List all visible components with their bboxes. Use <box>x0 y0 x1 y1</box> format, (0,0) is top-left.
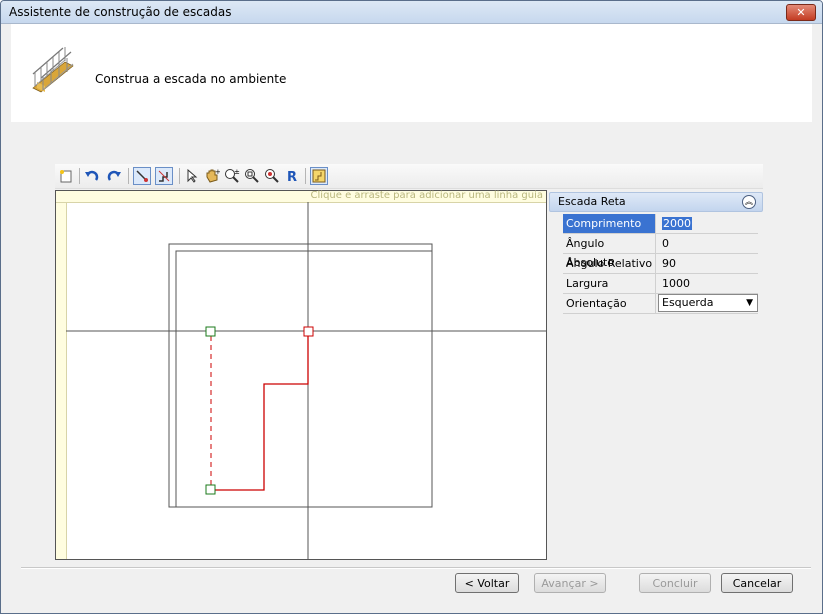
drawing-canvas[interactable]: Clique e arraste para adicionar uma linh… <box>55 190 547 560</box>
prop-row-comprimento[interactable]: Comprimento 2000 <box>563 214 758 234</box>
end-point-handle <box>303 326 314 337</box>
prop-row-largura[interactable]: Largura 1000 <box>563 274 758 294</box>
select-pointer-icon[interactable] <box>183 167 201 185</box>
top-point-handle <box>205 326 216 337</box>
close-button[interactable]: ✕ <box>786 4 816 21</box>
prop-row-angulo-relativo[interactable]: Ângulo Relativo 90 <box>563 254 758 274</box>
prop-value-comprimento[interactable]: 2000 <box>659 214 692 233</box>
redraw-icon[interactable]: R <box>283 167 301 185</box>
footer-divider <box>21 567 811 569</box>
prop-value-text[interactable]: 2000 <box>662 217 692 230</box>
prop-label: Ângulo Relativo <box>563 254 656 273</box>
prop-value-largura[interactable]: 1000 <box>659 274 690 293</box>
prop-label: Largura <box>563 274 656 293</box>
properties-group-header[interactable]: Escada Reta ︽ <box>549 192 763 212</box>
svg-text:±: ± <box>234 168 240 176</box>
wizard-window: Assistente de construção de escadas ✕ Co… <box>0 0 823 614</box>
zoom-window-icon[interactable] <box>243 167 261 185</box>
draw-stair-icon[interactable] <box>155 167 173 185</box>
redo-icon[interactable] <box>105 167 123 185</box>
prop-label: Comprimento <box>563 214 656 233</box>
start-point-handle <box>205 484 216 495</box>
collapse-icon[interactable]: ︽ <box>742 195 756 209</box>
draw-line-icon[interactable] <box>133 167 151 185</box>
cancel-button[interactable]: Cancelar <box>721 573 793 593</box>
room-outer-outline <box>168 243 433 508</box>
header-subtitle: Construa a escada no ambiente <box>95 72 287 86</box>
zoom-extents-icon[interactable] <box>263 167 281 185</box>
drawing-toolbar: + ± R <box>55 164 763 189</box>
svg-text:+: + <box>215 168 220 176</box>
group-title: Escada Reta <box>558 195 626 208</box>
window-title: Assistente de construção de escadas <box>9 5 232 19</box>
properties-panel: Escada Reta ︽ Comprimento 2000 Ângulo Ab… <box>549 192 763 314</box>
title-bar: Assistente de construção de escadas ✕ <box>1 1 822 24</box>
next-button[interactable]: Avançar > <box>534 573 606 593</box>
prop-value-angulo-relativo[interactable]: 90 <box>659 254 676 273</box>
new-icon[interactable] <box>57 167 75 185</box>
room-inner-outline <box>175 250 433 508</box>
stair-drawing <box>66 202 546 559</box>
prop-row-orientacao[interactable]: Orientação Esquerda ▼ <box>563 294 758 314</box>
prop-label: Ângulo Absoluto <box>563 234 656 269</box>
stair-path <box>211 332 309 491</box>
prop-value-angulo-absoluto[interactable]: 0 <box>659 234 669 253</box>
prop-row-angulo-absoluto[interactable]: Ângulo Absoluto 0 <box>563 234 758 269</box>
orientation-select[interactable]: Esquerda ▼ <box>658 294 758 312</box>
svg-text:R: R <box>287 170 297 183</box>
grid-stair-icon[interactable] <box>310 167 328 185</box>
chevron-down-icon[interactable]: ▼ <box>746 295 753 311</box>
prop-label: Orientação <box>563 294 656 313</box>
pan-hand-icon[interactable]: + <box>203 167 221 185</box>
orientation-value: Esquerda <box>662 296 714 309</box>
wizard-header: Construa a escada no ambiente <box>11 24 812 122</box>
zoom-in-icon[interactable]: ± <box>223 167 241 185</box>
finish-button[interactable]: Concluir <box>639 573 711 593</box>
undo-icon[interactable] <box>83 167 101 185</box>
stair-icon <box>32 47 74 93</box>
back-button[interactable]: < Voltar <box>455 573 519 593</box>
